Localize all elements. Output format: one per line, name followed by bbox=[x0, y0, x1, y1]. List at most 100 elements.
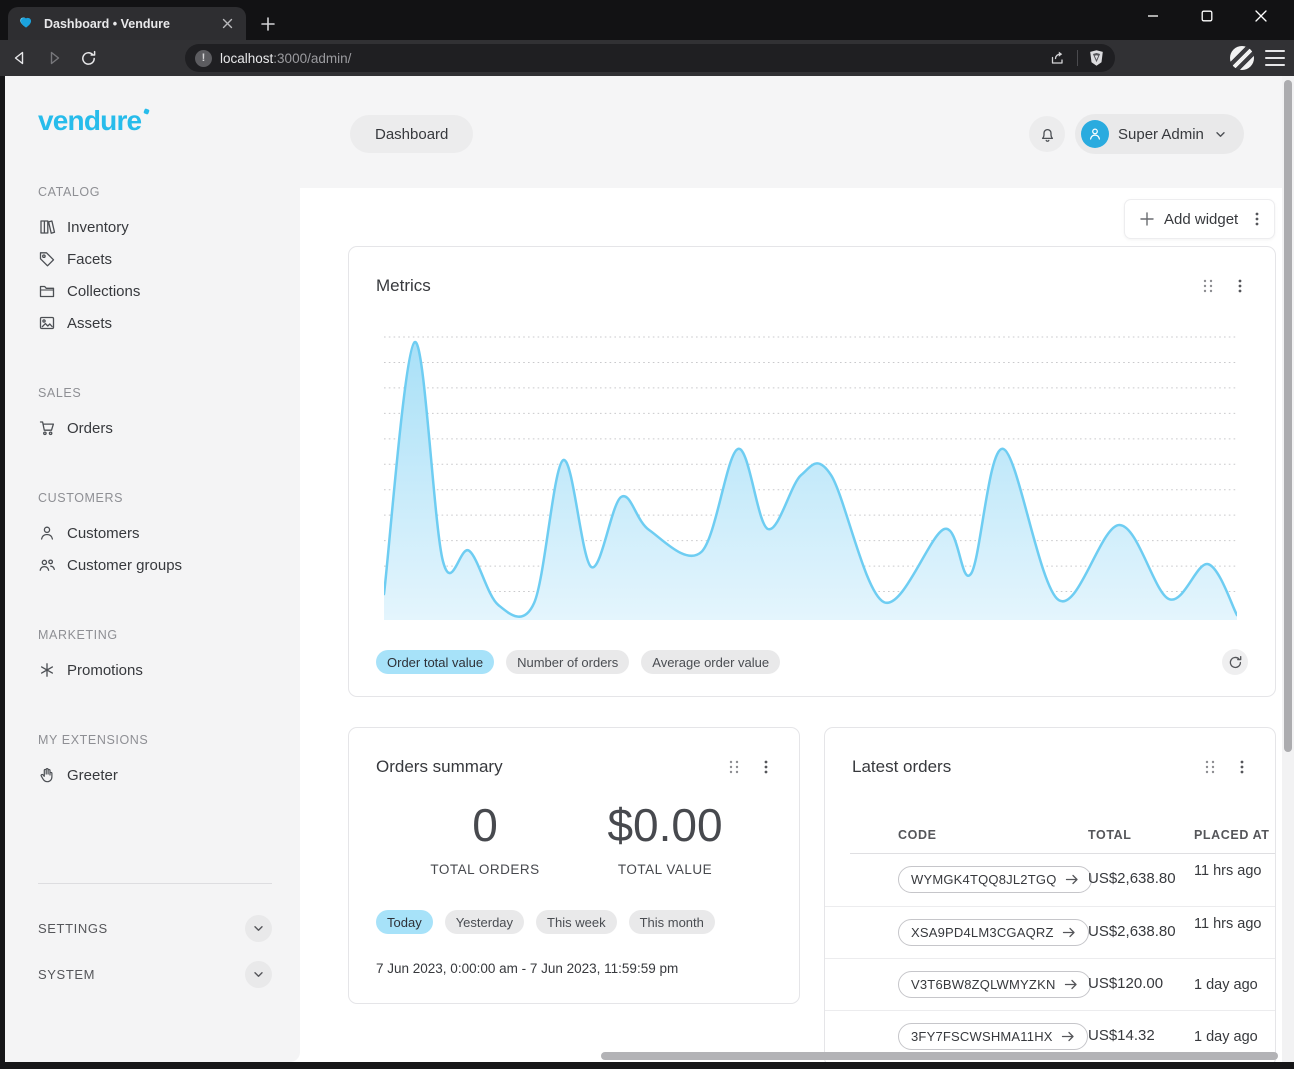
window-maximize-icon[interactable] bbox=[1194, 3, 1220, 29]
sidebar-item-facets[interactable]: Facets bbox=[38, 243, 272, 275]
admin-app: vendure CATALOG Inventory Facets Collect… bbox=[5, 76, 1282, 1062]
kebab-menu-icon[interactable] bbox=[1250, 211, 1264, 227]
vendure-logo-text: vendure bbox=[38, 106, 141, 136]
reload-icon[interactable] bbox=[74, 44, 102, 72]
order-code: XSA9PD4LM3CGAQRZ bbox=[911, 925, 1054, 940]
date-range-tabs: Today Yesterday This week This month bbox=[376, 910, 715, 934]
settings-expand-button[interactable] bbox=[245, 915, 272, 942]
metrics-chart bbox=[384, 332, 1237, 624]
window-minimize-icon[interactable] bbox=[1140, 3, 1166, 29]
browser-tab-bar: Dashboard • Vendure bbox=[0, 0, 1294, 40]
order-code: V3T6BW8ZQLWMYZKN bbox=[911, 977, 1056, 992]
url-host: localhost bbox=[220, 51, 273, 66]
top-bar: Dashboard Super Admin bbox=[300, 76, 1282, 188]
site-info-icon[interactable]: ! bbox=[195, 50, 212, 67]
tab-this-week[interactable]: This week bbox=[536, 910, 617, 934]
add-widget-label: Add widget bbox=[1164, 211, 1241, 228]
sidebar-item-orders[interactable]: Orders bbox=[38, 412, 272, 444]
user-menu-button[interactable]: Super Admin bbox=[1075, 114, 1244, 154]
customer-groups-icon bbox=[38, 556, 56, 574]
sidebar-section-system[interactable]: SYSTEM bbox=[38, 960, 272, 988]
tab-number-of-orders[interactable]: Number of orders bbox=[506, 650, 629, 674]
vendure-logo[interactable]: vendure bbox=[38, 106, 272, 138]
order-code-button[interactable]: 3FY7FSCWSHMA11HX bbox=[898, 1023, 1088, 1050]
sidebar-item-promotions[interactable]: Promotions bbox=[38, 654, 272, 686]
column-code: CODE bbox=[898, 828, 937, 842]
arrow-right-icon bbox=[1065, 874, 1079, 885]
sidebar-item-greeter[interactable]: Greeter bbox=[38, 759, 272, 791]
browser-menu-icon[interactable] bbox=[1264, 48, 1286, 68]
arrow-right-icon bbox=[1061, 1031, 1075, 1042]
divider bbox=[1077, 50, 1078, 66]
drag-handle-icon[interactable] bbox=[727, 759, 741, 775]
refresh-button[interactable] bbox=[1222, 649, 1248, 675]
add-widget-button[interactable]: Add widget bbox=[1124, 199, 1275, 239]
drag-handle-icon[interactable] bbox=[1203, 759, 1217, 775]
forward-icon[interactable] bbox=[40, 44, 68, 72]
page-frame: vendure CATALOG Inventory Facets Collect… bbox=[0, 76, 1294, 1069]
kebab-menu-icon[interactable] bbox=[1233, 278, 1247, 294]
refresh-icon bbox=[1228, 655, 1243, 670]
sidebar-section-customers: CUSTOMERS bbox=[38, 491, 272, 505]
address-bar[interactable]: ! localhost:3000/admin/ bbox=[185, 44, 1115, 72]
horizontal-scrollbar[interactable] bbox=[595, 1050, 1282, 1062]
breadcrumb-dashboard-button[interactable]: Dashboard bbox=[350, 115, 473, 153]
column-total: TOTAL bbox=[1088, 828, 1132, 842]
sidebar-item-collections[interactable]: Collections bbox=[38, 275, 272, 307]
sidebar-section-my-extensions: MY EXTENSIONS bbox=[38, 733, 272, 747]
sidebar-section-sales: SALES bbox=[38, 386, 272, 400]
user-name: Super Admin bbox=[1118, 126, 1204, 143]
chevron-down-icon bbox=[1213, 127, 1228, 142]
browser-toolbar: ! localhost:3000/admin/ bbox=[0, 40, 1294, 76]
stat-total-value: $0.00 TOTAL VALUE bbox=[575, 800, 755, 877]
bell-icon bbox=[1038, 125, 1057, 144]
back-icon[interactable] bbox=[6, 44, 34, 72]
brave-shield-icon[interactable] bbox=[1088, 49, 1105, 67]
tab-this-month[interactable]: This month bbox=[629, 910, 715, 934]
window-controls bbox=[1140, 0, 1282, 32]
sidebar-item-label: Inventory bbox=[67, 219, 129, 236]
share-icon[interactable] bbox=[1049, 49, 1067, 67]
sidebar-item-customers[interactable]: Customers bbox=[38, 517, 272, 549]
drag-handle-icon[interactable] bbox=[1201, 278, 1215, 294]
tab-order-total-value[interactable]: Order total value bbox=[376, 650, 494, 674]
sidebar-item-label: Promotions bbox=[67, 662, 143, 679]
tab-close-icon[interactable] bbox=[218, 15, 236, 33]
tab-yesterday[interactable]: Yesterday bbox=[445, 910, 524, 934]
kebab-menu-icon[interactable] bbox=[759, 759, 773, 775]
widget-title: Metrics bbox=[376, 276, 431, 296]
order-code-button[interactable]: WYMGK4TQQ8JL2TGQ bbox=[898, 866, 1092, 893]
notifications-button[interactable] bbox=[1029, 116, 1065, 152]
browser-profile-avatar[interactable] bbox=[1230, 46, 1254, 70]
sidebar-item-customer-groups[interactable]: Customer groups bbox=[38, 549, 272, 581]
order-placed: 1 day ago bbox=[1194, 1028, 1276, 1047]
order-total: US$14.32 bbox=[1088, 1027, 1155, 1044]
order-code-button[interactable]: XSA9PD4LM3CGAQRZ bbox=[898, 919, 1089, 946]
vendure-favicon-icon bbox=[18, 15, 35, 32]
metrics-widget: Metrics bbox=[348, 246, 1276, 697]
vendure-logo-mark bbox=[144, 108, 150, 114]
kebab-menu-icon[interactable] bbox=[1235, 759, 1249, 775]
inventory-icon bbox=[38, 218, 56, 236]
vertical-scrollbar[interactable] bbox=[1282, 76, 1294, 1062]
browser-tab[interactable]: Dashboard • Vendure bbox=[8, 7, 246, 40]
sidebar-item-label: Assets bbox=[67, 315, 112, 332]
tab-today[interactable]: Today bbox=[376, 910, 433, 934]
date-range-text: 7 Jun 2023, 0:00:00 am - 7 Jun 2023, 11:… bbox=[376, 961, 678, 976]
new-tab-icon[interactable] bbox=[256, 12, 280, 36]
vertical-scrollbar-thumb[interactable] bbox=[1284, 80, 1292, 752]
window-close-icon[interactable] bbox=[1248, 3, 1274, 29]
sidebar-section-settings[interactable]: SETTINGS bbox=[38, 914, 272, 942]
sidebar-item-inventory[interactable]: Inventory bbox=[38, 211, 272, 243]
sidebar-item-assets[interactable]: Assets bbox=[38, 307, 272, 339]
greeter-hand-icon bbox=[38, 766, 56, 784]
total-value-label: TOTAL VALUE bbox=[575, 862, 755, 877]
sidebar-divider bbox=[38, 883, 272, 884]
tab-average-order-value[interactable]: Average order value bbox=[641, 650, 780, 674]
order-code-button[interactable]: V3T6BW8ZQLWMYZKN bbox=[898, 971, 1091, 998]
column-placed-at: PLACED AT bbox=[1194, 828, 1276, 842]
horizontal-scrollbar-thumb[interactable] bbox=[601, 1052, 1278, 1060]
system-expand-button[interactable] bbox=[245, 961, 272, 988]
plus-icon bbox=[1139, 211, 1155, 227]
total-value-value: $0.00 bbox=[575, 800, 755, 850]
